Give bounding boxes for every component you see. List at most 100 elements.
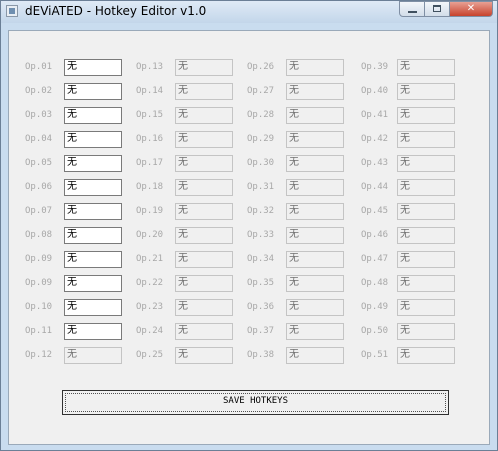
minimize-button[interactable] — [399, 1, 425, 17]
op-label: Op.37 — [247, 326, 275, 336]
op-label: Op.07 — [25, 206, 53, 216]
op-label: Op.14 — [136, 86, 164, 96]
op-label: Op.12 — [25, 350, 53, 360]
op-label: Op.27 — [247, 86, 275, 96]
hotkey-panel: SAVE HOTKEYS Op.01 无 Op.02 无 Op.03 无 Op.04 无 Op.… — [8, 30, 490, 445]
hotkey-field: 无 — [397, 59, 455, 76]
op-label: Op.09 — [25, 254, 53, 264]
hotkey-field: 无 — [175, 59, 233, 76]
op-label: Op.33 — [247, 230, 275, 240]
hotkey-field[interactable]: 无 — [64, 155, 122, 172]
op-label: Op.40 — [361, 86, 389, 96]
window-title: dEViATED - Hotkey Editor v1.0 — [25, 4, 207, 18]
op-label: Op.23 — [136, 302, 164, 312]
hotkey-field: 无 — [175, 107, 233, 124]
op-label: Op.06 — [25, 182, 53, 192]
hotkey-field: 无 — [286, 251, 344, 268]
hotkey-field: 无 — [397, 83, 455, 100]
op-label: Op.41 — [361, 110, 389, 120]
save-hotkeys-label: SAVE HOTKEYS — [222, 396, 289, 406]
hotkey-field: 无 — [286, 83, 344, 100]
op-label: Op.17 — [136, 158, 164, 168]
op-label: Op.28 — [247, 110, 275, 120]
op-label: Op.49 — [361, 302, 389, 312]
hotkey-field[interactable]: 无 — [64, 107, 122, 124]
op-label: Op.48 — [361, 278, 389, 288]
hotkey-field: 无 — [286, 275, 344, 292]
hotkey-field: 无 — [397, 299, 455, 316]
op-label: Op.36 — [247, 302, 275, 312]
hotkey-field: 无 — [175, 203, 233, 220]
op-label: Op.10 — [25, 302, 53, 312]
hotkey-field: 无 — [64, 347, 122, 364]
hotkey-field[interactable]: 无 — [64, 251, 122, 268]
op-label: Op.11 — [25, 326, 53, 336]
op-label: Op.08 — [25, 230, 53, 240]
op-label: Op.04 — [25, 134, 53, 144]
hotkey-field: 无 — [175, 347, 233, 364]
op-label: Op.16 — [136, 134, 164, 144]
op-label: Op.29 — [247, 134, 275, 144]
hotkey-field: 无 — [397, 107, 455, 124]
hotkey-field[interactable]: 无 — [64, 179, 122, 196]
hotkey-field: 无 — [397, 179, 455, 196]
hotkey-field: 无 — [175, 83, 233, 100]
op-label: Op.30 — [247, 158, 275, 168]
hotkey-field: 无 — [286, 131, 344, 148]
hotkey-field: 无 — [286, 347, 344, 364]
hotkey-field: 无 — [397, 251, 455, 268]
op-label: Op.38 — [247, 350, 275, 360]
op-label: Op.22 — [136, 278, 164, 288]
hotkey-field: 无 — [175, 131, 233, 148]
hotkey-field: 无 — [286, 323, 344, 340]
op-label: Op.13 — [136, 62, 164, 72]
hotkey-field: 无 — [175, 155, 233, 172]
hotkey-field: 无 — [286, 179, 344, 196]
hotkey-field[interactable]: 无 — [64, 227, 122, 244]
maximize-button[interactable] — [425, 1, 450, 17]
hotkey-field: 无 — [397, 347, 455, 364]
op-label: Op.19 — [136, 206, 164, 216]
save-hotkeys-button[interactable]: SAVE HOTKEYS — [62, 390, 449, 415]
op-label: Op.35 — [247, 278, 275, 288]
hotkey-field: 无 — [397, 131, 455, 148]
hotkey-field: 无 — [286, 227, 344, 244]
op-label: Op.31 — [247, 182, 275, 192]
app-window: dEViATED - Hotkey Editor v1.0 ✕ SAVE HOT… — [0, 0, 498, 451]
hotkey-field: 无 — [175, 323, 233, 340]
op-label: Op.45 — [361, 206, 389, 216]
hotkey-field: 无 — [397, 155, 455, 172]
op-label: Op.34 — [247, 254, 275, 264]
hotkey-field[interactable]: 无 — [64, 323, 122, 340]
app-icon[interactable] — [6, 5, 18, 17]
op-label: Op.50 — [361, 326, 389, 336]
hotkey-field: 无 — [397, 275, 455, 292]
close-button[interactable]: ✕ — [450, 1, 493, 17]
title-bar[interactable]: dEViATED - Hotkey Editor v1.0 ✕ — [1, 1, 497, 23]
op-label: Op.42 — [361, 134, 389, 144]
op-label: Op.18 — [136, 182, 164, 192]
op-label: Op.15 — [136, 110, 164, 120]
hotkey-field[interactable]: 无 — [64, 275, 122, 292]
op-label: Op.46 — [361, 230, 389, 240]
op-label: Op.25 — [136, 350, 164, 360]
hotkey-field: 无 — [175, 299, 233, 316]
caption-buttons: ✕ — [399, 1, 493, 17]
hotkey-field: 无 — [397, 203, 455, 220]
op-label: Op.51 — [361, 350, 389, 360]
hotkey-field[interactable]: 无 — [64, 299, 122, 316]
hotkey-field: 无 — [286, 107, 344, 124]
op-label: Op.32 — [247, 206, 275, 216]
hotkey-field[interactable]: 无 — [64, 83, 122, 100]
hotkey-field[interactable]: 无 — [64, 203, 122, 220]
hotkey-field[interactable]: 无 — [64, 59, 122, 76]
hotkey-field: 无 — [397, 227, 455, 244]
hotkey-field: 无 — [175, 275, 233, 292]
op-label: Op.05 — [25, 158, 53, 168]
op-label: Op.01 — [25, 62, 53, 72]
hotkey-field[interactable]: 无 — [64, 131, 122, 148]
hotkey-field: 无 — [397, 323, 455, 340]
op-label: Op.24 — [136, 326, 164, 336]
hotkey-field: 无 — [286, 299, 344, 316]
op-label: Op.39 — [361, 62, 389, 72]
